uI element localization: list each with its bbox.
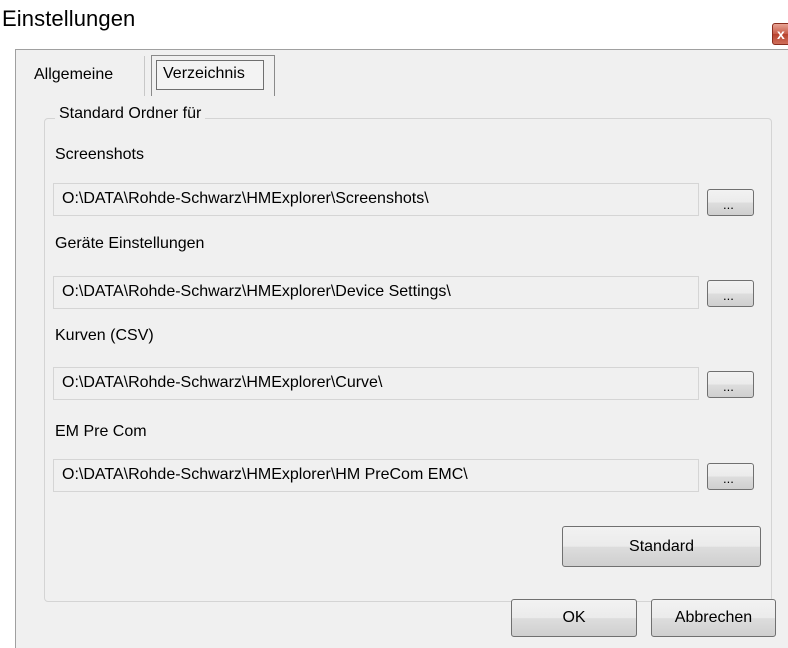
curves-browse-button[interactable]: ... <box>707 371 754 398</box>
cancel-button[interactable]: Abbrechen <box>651 599 776 637</box>
screenshots-browse-button[interactable]: ... <box>707 189 754 216</box>
standard-button[interactable]: Standard <box>562 526 761 567</box>
em-precom-path-field[interactable]: O:\DATA\Rohde-Schwarz\HMExplorer\HM PreC… <box>53 459 699 492</box>
em-precom-path-value: O:\DATA\Rohde-Schwarz\HMExplorer\HM PreC… <box>62 466 468 483</box>
ellipsis-icon: ... <box>723 379 734 394</box>
ellipsis-icon: ... <box>723 197 734 212</box>
tab-verzeichnis-label: Verzeichnis <box>163 65 245 82</box>
settings-dialog: Einstellungen x Allgemeine Verzeichnis S… <box>0 0 788 648</box>
groupbox-title: Standard Ordner für <box>55 105 206 123</box>
cancel-button-label: Abbrechen <box>674 609 753 626</box>
dialog-title: Einstellungen <box>2 6 136 31</box>
em-precom-browse-button[interactable]: ... <box>707 463 754 490</box>
ellipsis-icon: ... <box>723 288 734 303</box>
tab-verzeichnis[interactable]: Verzeichnis <box>151 55 275 97</box>
tab-allgemeine[interactable]: Allgemeine <box>20 58 144 94</box>
device-settings-path-field[interactable]: O:\DATA\Rohde-Schwarz\HMExplorer\Device … <box>53 276 699 309</box>
curves-label: Kurven (CSV) <box>55 327 154 344</box>
device-settings-browse-button[interactable]: ... <box>707 280 754 307</box>
screenshots-path-field[interactable]: O:\DATA\Rohde-Schwarz\HMExplorer\Screens… <box>53 183 699 216</box>
close-button[interactable]: x <box>772 23 788 45</box>
ellipsis-icon: ... <box>723 471 734 486</box>
curves-path-value: O:\DATA\Rohde-Schwarz\HMExplorer\Curve\ <box>62 374 383 391</box>
device-settings-label: Geräte Einstellungen <box>55 235 205 252</box>
screenshots-label: Screenshots <box>55 146 144 163</box>
tab-focus-rect: Verzeichnis <box>156 60 264 90</box>
close-icon: x <box>777 26 785 42</box>
tab-allgemeine-label: Allgemeine <box>34 66 114 83</box>
ok-button[interactable]: OK <box>511 599 637 637</box>
standard-button-label: Standard <box>629 538 694 555</box>
device-settings-path-value: O:\DATA\Rohde-Schwarz\HMExplorer\Device … <box>62 283 451 300</box>
screenshots-path-value: O:\DATA\Rohde-Schwarz\HMExplorer\Screens… <box>62 190 429 207</box>
ok-button-label: OK <box>562 609 586 626</box>
curves-path-field[interactable]: O:\DATA\Rohde-Schwarz\HMExplorer\Curve\ <box>53 367 699 400</box>
tab-divider <box>144 56 145 96</box>
em-precom-label: EM Pre Com <box>55 423 147 440</box>
title-bar[interactable]: Einstellungen x <box>0 0 788 45</box>
